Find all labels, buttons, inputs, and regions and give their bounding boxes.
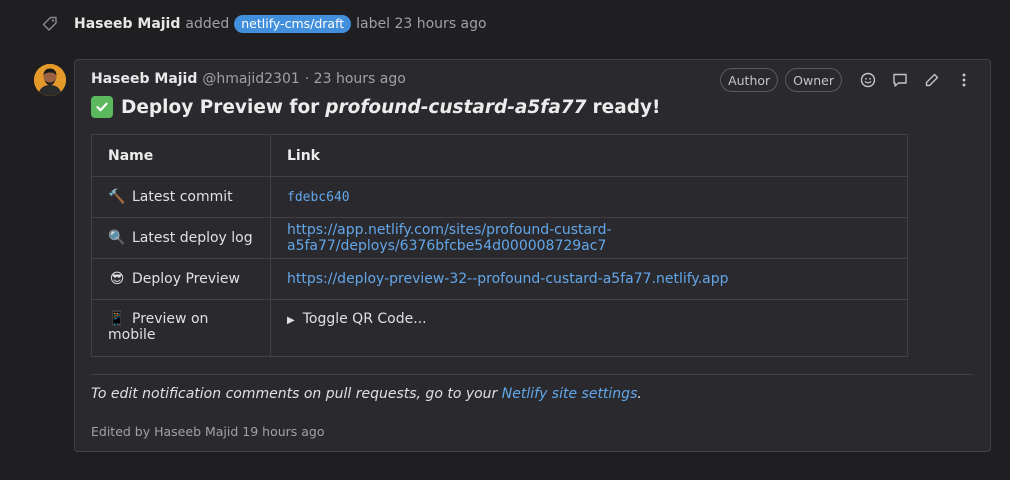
avatar[interactable] xyxy=(34,64,66,96)
footer-text: To edit notification comments on pull re… xyxy=(91,386,498,402)
author-badge: Author xyxy=(720,68,779,92)
disclosure-triangle-icon: ▶ xyxy=(287,315,295,326)
more-actions-icon[interactable] xyxy=(952,68,976,92)
sunglasses-icon: 😎 xyxy=(109,271,125,287)
header-link: Link xyxy=(270,134,908,177)
qr-code-toggle[interactable]: ▶ Toggle QR Code... xyxy=(287,311,427,327)
footer-note: To edit notification comments on pull re… xyxy=(91,386,642,402)
row-name-cell: 📱 Preview on mobile xyxy=(91,299,271,357)
title-prefix: Deploy Preview for xyxy=(121,96,320,118)
title-site-name: profound-custard-a5fa77 xyxy=(325,96,587,118)
table-row: 📱 Preview on mobile ▶ Toggle QR Code... xyxy=(91,299,908,357)
row-name-cell: 🔍 Latest deploy log xyxy=(91,217,271,259)
header-name: Name xyxy=(91,134,271,177)
timeline-label-event: Haseeb Majid added netlify-cms/draft lab… xyxy=(40,13,487,35)
deploy-table: Name Link 🔨 Latest commit fdebc640 🔍 Lates… xyxy=(91,134,908,357)
table-row: 😎 Deploy Preview https://deploy-preview-3… xyxy=(91,258,908,300)
row-label: Latest deploy log xyxy=(132,230,253,246)
comment-card: Haseeb Majid @hmajid2301 · 23 hours ago … xyxy=(74,59,991,452)
owner-badge: Owner xyxy=(785,68,842,92)
event-suffix-text: label 23 hours ago xyxy=(356,16,487,32)
comment-header: Haseeb Majid @hmajid2301 · 23 hours ago xyxy=(91,71,406,87)
label-badge[interactable]: netlify-cms/draft xyxy=(234,15,352,33)
event-author-link[interactable]: Haseeb Majid xyxy=(74,16,180,32)
row-name-cell: 🔨 Latest commit xyxy=(91,176,271,218)
edited-info: Edited by Haseeb Majid 19 hours ago xyxy=(91,424,325,439)
table-row: 🔨 Latest commit fdebc640 xyxy=(91,176,908,218)
comment-icon[interactable] xyxy=(888,68,912,92)
qr-toggle-label: Toggle QR Code... xyxy=(302,311,427,327)
row-link-cell: ▶ Toggle QR Code... xyxy=(270,299,908,357)
footer-end: . xyxy=(637,386,642,402)
table-row: 🔍 Latest deploy log https://app.netlify.c… xyxy=(91,217,908,259)
deploy-log-link[interactable]: https://app.netlify.com/sites/profound-c… xyxy=(287,222,612,254)
comment-title: Deploy Preview for profound-custard-a5fa… xyxy=(91,96,660,118)
row-link-cell: fdebc640 xyxy=(270,176,908,218)
divider xyxy=(91,374,973,375)
check-icon xyxy=(91,96,113,118)
commit-link[interactable]: fdebc640 xyxy=(287,190,350,205)
comment-author-handle[interactable]: @hmajid2301 xyxy=(202,71,299,87)
comment-actions: Author Owner xyxy=(713,68,976,92)
event-action-text: added xyxy=(185,16,230,32)
emoji-icon[interactable] xyxy=(856,68,880,92)
magnifier-icon: 🔍 xyxy=(108,230,126,246)
mobile-phone-icon: 📱 xyxy=(108,311,126,327)
hammer-icon: 🔨 xyxy=(108,189,126,205)
netlify-settings-link[interactable]: Netlify site settings xyxy=(502,386,638,402)
row-name-cell: 😎 Deploy Preview xyxy=(91,258,271,300)
row-label: Deploy Preview xyxy=(132,271,240,287)
row-link-cell: https://app.netlify.com/sites/profound-c… xyxy=(270,217,908,259)
table-header-row: Name Link xyxy=(91,134,908,177)
row-link-cell: https://deploy-preview-32--profound-cust… xyxy=(270,258,908,300)
comment-timestamp[interactable]: · 23 hours ago xyxy=(305,71,406,87)
row-label: Latest commit xyxy=(132,189,233,205)
deploy-preview-link[interactable]: https://deploy-preview-32--profound-cust… xyxy=(287,271,729,287)
comment-author-link[interactable]: Haseeb Majid xyxy=(91,71,197,87)
edit-icon[interactable] xyxy=(920,68,944,92)
title-suffix: ready! xyxy=(592,96,661,118)
tag-icon xyxy=(40,14,60,34)
